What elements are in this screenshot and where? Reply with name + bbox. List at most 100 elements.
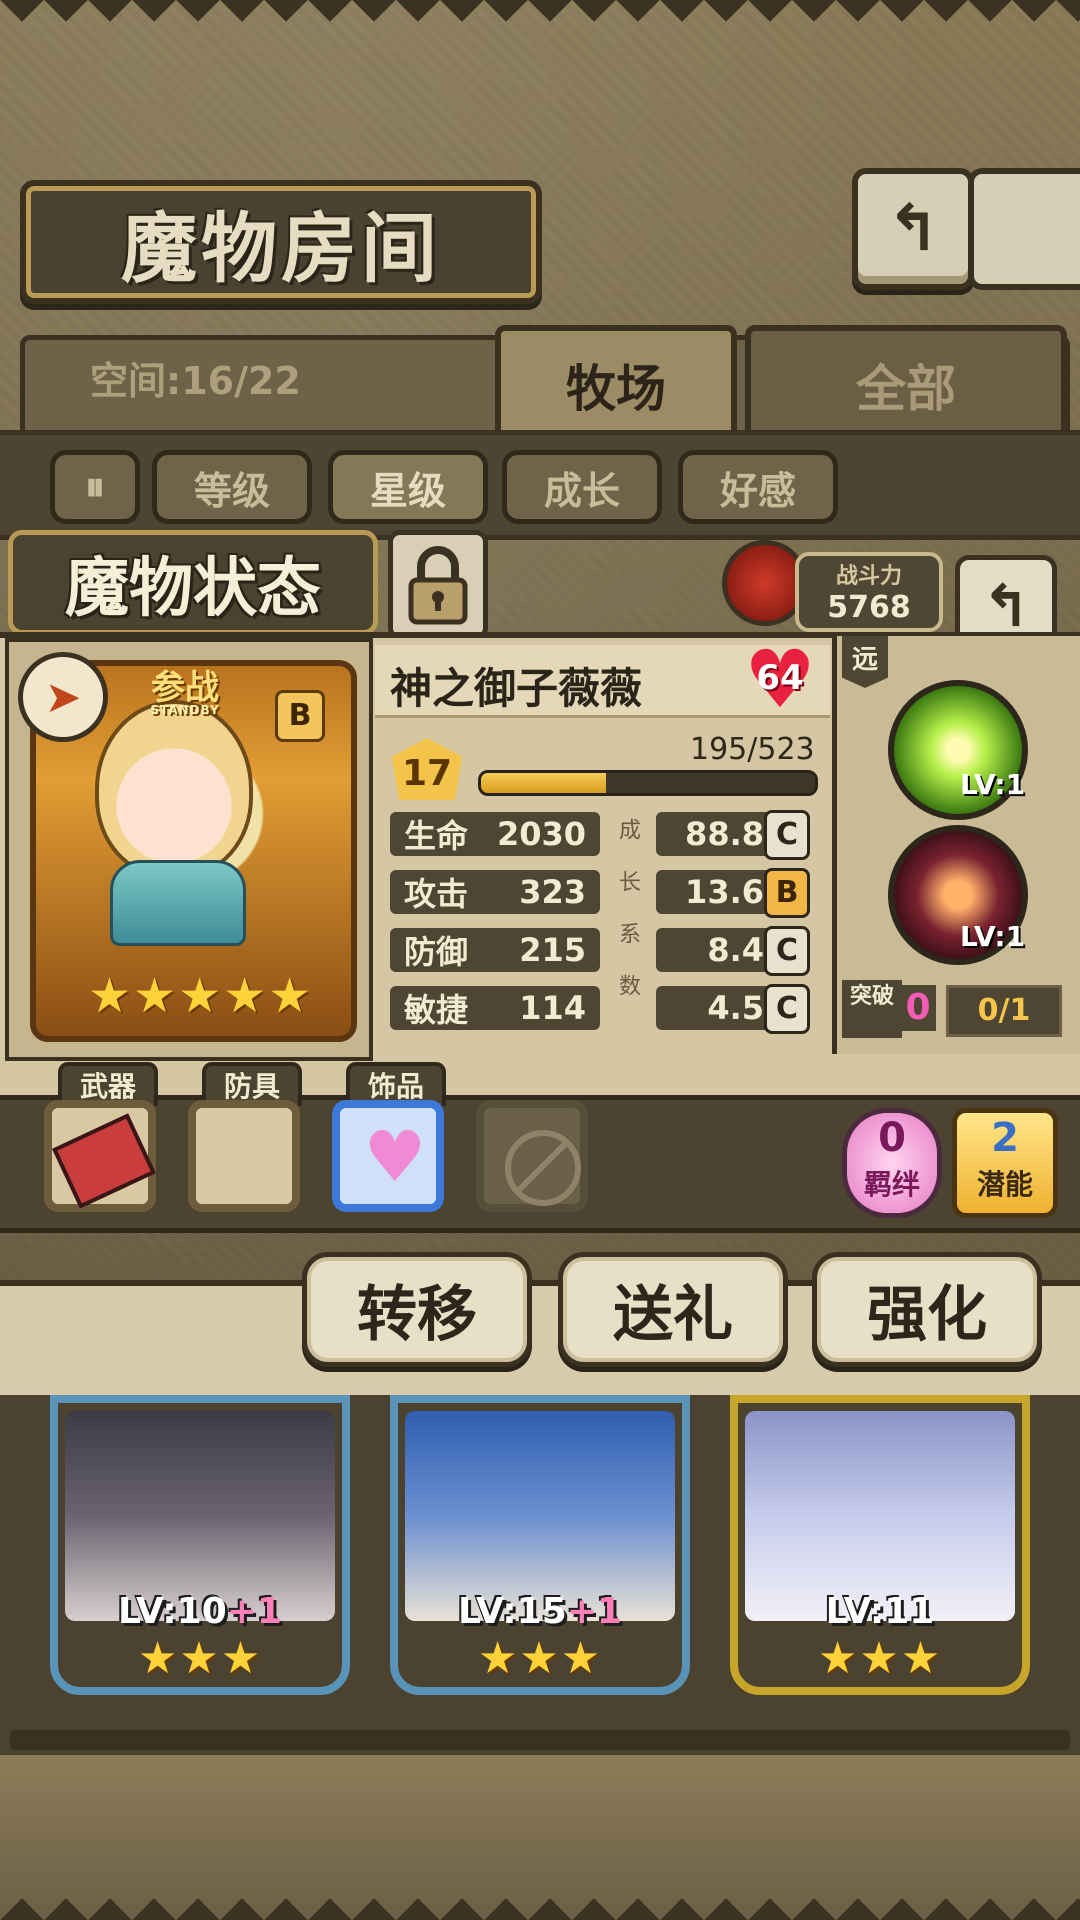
roster-card-art (65, 1411, 335, 1621)
sort-affection-button[interactable]: 好感 (678, 450, 838, 524)
roster-card[interactable]: LV:10+1 ★★★ (50, 1395, 350, 1695)
tab-ranch[interactable]: 牧场 (495, 325, 737, 445)
roster-card[interactable]: LV:11 ★★★ (730, 1395, 1030, 1695)
roster-card-level: LV:15+1 (390, 1591, 690, 1632)
skill-2-level: LV:1 (960, 920, 1026, 953)
battle-power-box: 战斗力 5768 (795, 552, 943, 632)
stat-defense: 防御 215 (390, 928, 600, 972)
roster-card[interactable]: LV:15+1 ★★★ (390, 1395, 690, 1695)
lock-icon (408, 546, 468, 625)
standby-badge: 参战 STANDBY (105, 660, 265, 717)
return-arrow-icon: ↰ (981, 572, 1031, 640)
prohibited-icon (505, 1130, 581, 1206)
gift-button[interactable]: 送礼 (558, 1252, 788, 1367)
monster-portrait-body (110, 860, 246, 946)
stat-agility-label: 敏捷 (404, 991, 469, 1029)
rank-badge: B (275, 690, 325, 742)
growth-attack: 13.6 (656, 870, 776, 914)
roster-card-stars: ★★★ (817, 1633, 943, 1684)
stat-attack: 攻击 323 (390, 870, 600, 914)
grade-agility: C (764, 984, 810, 1034)
bond-label: 羁绊 (863, 1168, 920, 1201)
grade-attack: B (764, 868, 810, 918)
return-icon: ↰ (886, 192, 940, 266)
bond-button[interactable]: 0 羁绊 (842, 1108, 942, 1218)
roster-card-art (745, 1411, 1015, 1621)
top-border-decoration (0, 0, 1080, 44)
deploy-toggle-button[interactable]: ➤ (18, 652, 108, 742)
breakthrough-count: 0 (900, 985, 936, 1031)
roster-bottom-edge (10, 1730, 1070, 1750)
enhance-label: 强化 (867, 1280, 987, 1350)
breakthrough-progress: 0/1 (946, 985, 1062, 1037)
stat-attack-label: 攻击 (404, 875, 469, 913)
stat-defense-value: 215 (519, 931, 586, 969)
battle-power-value: 5768 (827, 590, 911, 625)
standby-sub-label: STANDBY (150, 703, 220, 717)
breakthrough-label: 突破 (842, 980, 902, 1038)
affection-value: 64 (756, 658, 804, 698)
lock-button[interactable] (388, 530, 488, 640)
monster-portrait (95, 700, 253, 878)
roster-level-value: LV:15 (458, 1591, 567, 1632)
growth-coefficient-label: 成长系数 (615, 818, 640, 1026)
page-title-plate: 魔物房间 (20, 180, 542, 304)
exp-bar-fill (481, 773, 606, 793)
stat-hp-label: 生命 (404, 817, 469, 855)
sort-star-label: 星级 (369, 468, 446, 513)
roster-card-stars: ★★★ (137, 1633, 263, 1684)
exp-text: 195/523 (690, 732, 815, 767)
grade-hp: C (764, 810, 810, 860)
sort-star-button[interactable]: 星级 (328, 450, 488, 524)
roster-level-value: LV:11 (825, 1591, 935, 1632)
sort-growth-button[interactable]: 成长 (502, 450, 662, 524)
stat-attack-value: 323 (519, 873, 586, 911)
stat-hp: 生命 2030 (390, 812, 600, 856)
growth-hp: 88.8 (656, 812, 776, 856)
potential-count: 2 (991, 1115, 1019, 1161)
grade-defense: C (764, 926, 810, 976)
growth-agility: 4.5 (656, 986, 776, 1030)
roster-card-level: LV:11 (730, 1591, 1030, 1632)
range-tag: 远 (842, 636, 888, 688)
standby-label: 参战 (151, 668, 219, 708)
potential-label: 潜能 (976, 1168, 1033, 1201)
stat-defense-label: 防御 (404, 933, 469, 971)
battle-power-label: 战斗力 (835, 564, 902, 589)
heart-accessory-icon: ♥ (363, 1116, 427, 1198)
tab-all-label: 全部 (856, 359, 956, 418)
sort-affection-label: 好感 (719, 468, 796, 513)
roster-level-value: LV:10 (118, 1591, 227, 1632)
status-title-plate: 魔物状态 (8, 530, 378, 635)
page-title: 魔物房间 (121, 204, 441, 293)
growth-defense: 8.4 (656, 928, 776, 972)
header-right-plate (968, 168, 1080, 290)
space-counter: 空间:16/22 (90, 359, 301, 403)
status-title: 魔物状态 (65, 550, 321, 626)
back-button[interactable]: ↰ (852, 168, 974, 290)
roster-card-level: LV:10+1 (50, 1591, 350, 1632)
sort-level-button[interactable]: 等级 (152, 450, 312, 524)
roster-level-bonus: +1 (226, 1591, 282, 1632)
potential-button[interactable]: 2 潜能 (952, 1108, 1058, 1218)
transfer-label: 转移 (357, 1280, 477, 1350)
star-rating: ★★★★★ (88, 968, 314, 1024)
sort-order-toggle[interactable]: ⏸ (50, 450, 140, 524)
tab-all[interactable]: 全部 (745, 325, 1067, 445)
bond-count: 0 (878, 1115, 906, 1161)
enhance-button[interactable]: 强化 (812, 1252, 1042, 1367)
sort-level-label: 等级 (193, 468, 270, 513)
deploy-arrow-icon: ➤ (44, 671, 82, 723)
roster-level-bonus: +1 (566, 1591, 622, 1632)
armor-slot[interactable] (188, 1100, 300, 1212)
stat-agility: 敏捷 114 (390, 986, 600, 1030)
roster-card-stars: ★★★ (477, 1633, 603, 1684)
pause-toggle-icon: ⏸ (85, 464, 105, 510)
stat-agility-value: 114 (519, 989, 586, 1027)
level-value: 17 (401, 753, 453, 794)
bottom-border-decoration (0, 1876, 1080, 1920)
stat-hp-value: 2030 (496, 815, 586, 853)
gift-label: 送礼 (613, 1280, 733, 1350)
transfer-button[interactable]: 转移 (302, 1252, 532, 1367)
tab-ranch-label: 牧场 (566, 359, 666, 418)
